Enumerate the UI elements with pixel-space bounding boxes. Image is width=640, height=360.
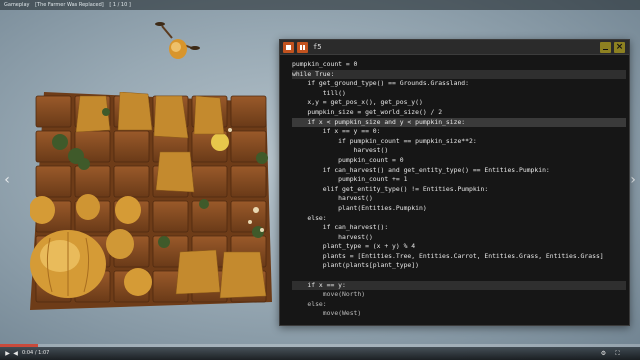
code-line: move(North) <box>292 290 366 299</box>
code-line: harvest() <box>292 194 373 203</box>
code-text-area[interactable]: pumpkin_count = 0 while True: if get_gro… <box>292 60 626 319</box>
top-bar-item: [The Farmer Was Replaced] <box>35 2 104 8</box>
code-line: till() <box>292 88 346 97</box>
farm-tile <box>152 200 189 233</box>
play-icon[interactable]: ▶ <box>4 350 11 357</box>
code-editor-window[interactable]: f5 × pumpkin_count = 0 while True: if ge… <box>279 39 630 326</box>
volume-icon[interactable]: ◀ <box>12 350 19 357</box>
farm-tile <box>191 165 228 198</box>
code-line: while True: <box>292 69 626 80</box>
code-line: if get_ground_type() == Grounds.Grasslan… <box>292 79 469 88</box>
farm-tile <box>113 165 150 198</box>
farm-tile <box>35 165 72 198</box>
editor-titlebar[interactable]: f5 × <box>280 40 629 55</box>
code-line: if pumpkin_count == pumpkin_size**2: <box>292 136 477 145</box>
minimize-icon[interactable] <box>600 42 611 53</box>
code-line: if x == y: <box>292 280 626 291</box>
drone-icon <box>155 22 200 59</box>
code-line: pumpkin_count = 0 <box>292 155 404 164</box>
farm-tile <box>74 165 111 198</box>
farm-tile <box>113 130 150 163</box>
code-line: x,y = get_pos_x(), get_pos_y() <box>292 98 423 107</box>
code-line: harvest() <box>292 146 389 155</box>
top-bar-item: Gameplay <box>4 2 30 8</box>
code-line: plant(plants[plant_type]) <box>292 261 419 270</box>
code-line: else: <box>292 299 327 308</box>
close-icon[interactable]: × <box>614 42 625 53</box>
stop-icon[interactable] <box>283 42 294 53</box>
code-line: pumpkin_count = 0 <box>292 60 358 68</box>
code-line: else: <box>292 213 327 222</box>
farm-tile <box>35 95 72 128</box>
farm-tile <box>230 95 267 128</box>
code-line: harvest() <box>292 232 373 241</box>
time-display: 0:04 / 1:07 <box>22 350 50 356</box>
fullscreen-icon[interactable]: ⛶ <box>614 350 621 357</box>
settings-icon[interactable]: ⚙ <box>600 350 607 357</box>
code-line: if x < pumpkin_size and y < pumpkin_size… <box>292 117 626 128</box>
code-line: pumpkin_count += 1 <box>292 175 408 184</box>
video-top-bar: Gameplay [The Farmer Was Replaced] [ 1 /… <box>0 0 640 10</box>
editor-title: f5 <box>313 43 322 51</box>
farm-tile <box>230 165 267 198</box>
top-bar-item: [ 1 / 10 ] <box>109 2 131 8</box>
chevron-left-icon[interactable]: ‹ <box>2 170 12 190</box>
code-line: plant(Entities.Pumpkin) <box>292 203 427 212</box>
code-line: plant_type = (x + y) % 4 <box>292 242 416 251</box>
video-controls: ▶ ◀ 0:04 / 1:07 ⚙ ⛶ <box>0 347 640 360</box>
code-line: if x == y == 0: <box>292 127 381 136</box>
code-line: pumpkin_size = get_world_size() / 2 <box>292 107 443 116</box>
code-line: if can_harvest() and get_entity_type() =… <box>292 165 550 174</box>
code-line: if can_harvest(): <box>292 223 389 232</box>
code-line: move(West) <box>292 309 362 318</box>
code-line: plants = [Entities.Tree, Entities.Carrot… <box>292 251 604 260</box>
game-viewport: Gameplay [The Farmer Was Replaced] [ 1 /… <box>0 0 640 360</box>
pause-icon[interactable] <box>297 42 308 53</box>
farm-tile <box>191 200 228 233</box>
code-line: elif get_entity_type() != Entities.Pumpk… <box>292 184 489 193</box>
farm-grid <box>30 92 272 310</box>
